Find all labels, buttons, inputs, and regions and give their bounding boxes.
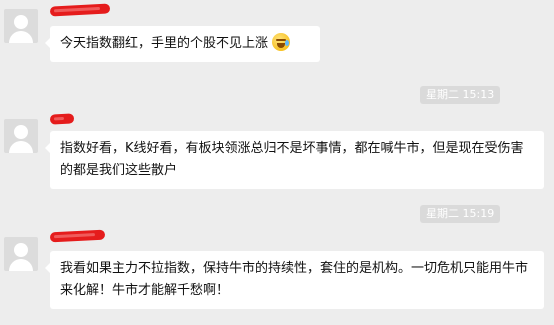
avatar-head-shape: [14, 15, 28, 29]
redacted-sender-name: [49, 113, 75, 125]
avatar[interactable]: [4, 9, 38, 43]
timestamp: 星期二 15:13: [420, 86, 501, 104]
message-bubble[interactable]: 今天指数翻红，手里的个股不见上涨: [45, 26, 320, 62]
redacted-sender-name: [49, 3, 111, 17]
avatar-head-shape: [14, 243, 28, 257]
avatar[interactable]: [4, 237, 38, 271]
avatar-head-shape: [14, 125, 28, 139]
chat-area: 今天指数翻红，手里的个股不见上涨 星期二 15:13 指数好看，K线好看，有板块…: [0, 0, 554, 325]
avatar[interactable]: [4, 119, 38, 153]
tear-shape: [285, 40, 290, 46]
redacted-sender-name: [49, 229, 106, 243]
avatar-body-shape: [9, 141, 33, 153]
message-text: 指数好看，K线好看，有板块领涨总归不是坏事情，都在喊牛市，但是现在受伤害的都是我…: [60, 141, 524, 178]
message-text: 今天指数翻红，手里的个股不见上涨: [60, 36, 269, 51]
message-bubble[interactable]: 指数好看，K线好看，有板块领涨总归不是坏事情，都在喊牛市，但是现在受伤害的都是我…: [45, 131, 544, 189]
crying-laughing-face-icon: [272, 33, 291, 51]
message-bubble[interactable]: 我看如果主力不拉指数，保持牛市的持续性，套住的是机构。一切危机只能用牛市来化解！…: [45, 251, 544, 309]
avatar-body-shape: [9, 31, 33, 43]
message-text: 我看如果主力不拉指数，保持牛市的持续性，套住的是机构。一切危机只能用牛市来化解！…: [60, 261, 529, 298]
timestamp: 星期二 15:19: [420, 205, 501, 223]
avatar-body-shape: [9, 259, 33, 271]
